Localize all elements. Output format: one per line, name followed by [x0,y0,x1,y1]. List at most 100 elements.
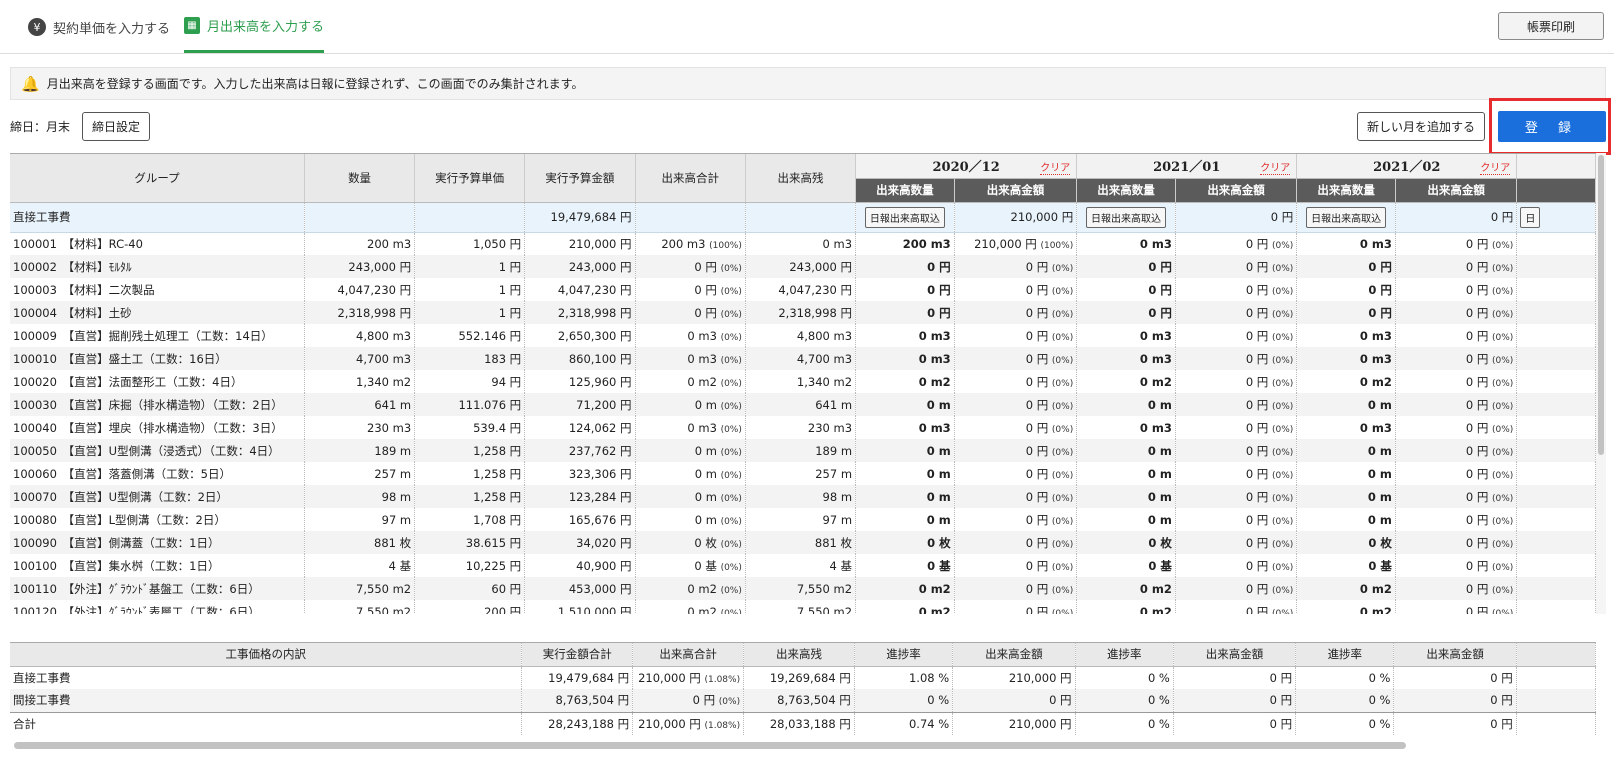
month-qty-input[interactable]: 0 円 [855,301,955,324]
month-qty-input[interactable]: 0 円 [1076,301,1176,324]
done-percent: (0%) [720,424,742,435]
month-qty-input[interactable]: 0 m2 [855,577,955,600]
month-qty-input[interactable]: 0 m3 [1076,324,1176,347]
month-percent: (0%) [1271,240,1294,251]
month-amount-value: 0 円 [1465,397,1489,412]
month-qty-input[interactable]: 0 m [1076,439,1176,462]
month-qty-input[interactable]: 0 m [855,462,955,485]
month-qty-input[interactable]: 0 m2 [855,370,955,393]
closing-day-label: 締日：月末 [10,120,71,134]
month-qty-input[interactable]: 0 m [1296,508,1396,531]
month-percent: (0%) [1051,263,1074,274]
month-qty-input[interactable]: 0 m2 [855,600,955,614]
month-percent: (0%) [1492,562,1514,573]
month-qty-input[interactable]: 0 m3 [1296,416,1396,439]
month-qty-input[interactable]: 0 m3 [1076,232,1176,255]
month-qty-input[interactable]: 0 円 [1076,255,1176,278]
month-percent: (0%) [1492,608,1514,615]
month-qty-input[interactable]: 0 基 [1076,554,1176,577]
item-qty: 4,047,230 円 [304,278,416,301]
month-qty-input[interactable]: 0 m [1296,462,1396,485]
month-qty-input[interactable]: 0 m3 [855,347,955,370]
month-qty-input[interactable]: 0 基 [1296,554,1396,577]
month-qty-input[interactable]: 0 m2 [1296,370,1396,393]
month-qty-input[interactable]: 0 円 [1296,301,1396,324]
month-percent: (0%) [1271,378,1294,389]
group-label: 直接工事費 [10,202,305,233]
month-qty-input[interactable]: 0 円 [855,255,955,278]
clear-link[interactable]: クリア [1040,159,1071,175]
month-qty-input[interactable]: 0 m2 [1076,370,1176,393]
tab-label: 月出来高を入力する [207,19,325,35]
summary-progress-rate: 0 % [1295,689,1395,712]
month-qty-input[interactable]: 0 m [855,485,955,508]
month-amount: 0 円 (0%) [954,347,1078,370]
month-qty-input[interactable]: 0 m [1076,485,1176,508]
month-qty-input[interactable]: 0 m [1076,462,1176,485]
summary-header-amount: 出来高金額 [1393,643,1517,667]
month-qty-input[interactable]: 0 m [1296,485,1396,508]
month-qty-input[interactable]: 0 m [855,508,955,531]
month-percent: (0%) [1271,447,1294,458]
done-value: 0 m [694,466,717,481]
month-qty-input[interactable]: 0 枚 [1296,531,1396,554]
month-qty-input[interactable]: 0 m [1296,393,1396,416]
import-daily-progress-button[interactable]: 日報出来高取込 [1086,206,1167,228]
item-name: 100020 【直営】法面整形工（工数：4日） [10,370,305,393]
table-row: 100030 【直営】床掘（排水構造物）（工数：2日） 641 m 111.076 … [10,393,1596,416]
clear-link[interactable]: クリア [1260,159,1291,175]
month-qty-input[interactable]: 0 m2 [1296,577,1396,600]
progress-grid[interactable]: グループ 数量 実行予算単価 実行予算金額 出来高合計 出来高残 2020／12… [10,153,1596,614]
month-qty-input[interactable]: 0 m3 [1076,416,1176,439]
import-daily-progress-button[interactable]: 日報出来高取込 [864,206,945,228]
add-month-button[interactable]: 新しい月を追加する [1357,112,1485,141]
scrollbar-thumb[interactable] [1598,155,1604,455]
month-amount: 0 円 (0%) [1395,347,1518,370]
print-report-button[interactable]: 帳票印刷 [1498,12,1604,40]
import-daily-progress-button-partial[interactable]: 日 [1520,206,1541,228]
month-qty-input[interactable]: 0 m2 [1296,600,1396,614]
month-qty-input[interactable]: 0 m3 [1296,347,1396,370]
horizontal-scrollbar[interactable] [10,741,1596,750]
month-qty-input[interactable]: 0 m3 [1296,232,1396,255]
month-amount-value: 0 円 [1025,420,1049,435]
tab-contract-price[interactable]: ¥ 契約単価を入力する [28,0,170,54]
month-percent: (0%) [1271,263,1294,274]
clear-link[interactable]: クリア [1480,159,1511,175]
month-qty-input[interactable]: 0 m3 [1076,347,1176,370]
month-qty-input[interactable]: 200 m3 [855,232,955,255]
closing-day-settings-button[interactable]: 締日設定 [82,112,150,141]
month-qty-input[interactable]: 0 m [1076,508,1176,531]
item-name: 100002 【材料】ﾓﾙﾀﾙ [10,255,305,278]
summary-label: 間接工事費 [10,689,523,712]
month-qty-input[interactable]: 0 枚 [1076,531,1176,554]
item-amount: 2,318,998 円 [524,301,636,324]
month-qty-input[interactable]: 0 円 [1296,255,1396,278]
vertical-scrollbar[interactable] [1596,153,1606,614]
month-qty-input[interactable]: 0 m [855,439,955,462]
month-qty-input[interactable]: 0 m3 [855,324,955,347]
month-qty-input[interactable]: 0 m2 [1076,577,1176,600]
item-name: 100003 【材料】二次製品 [10,278,305,301]
month-qty-input[interactable]: 0 枚 [855,531,955,554]
month-qty-input[interactable]: 0 円 [855,278,955,301]
header-remain: 出来高残 [745,154,857,203]
item-remain: 7,550 m2 [745,600,857,614]
month-amount: 0 円 (0%) [1395,554,1518,577]
month-qty-input[interactable]: 0 m3 [855,416,955,439]
month-qty-input[interactable]: 0 m [855,393,955,416]
month-qty-input[interactable]: 0 m3 [1296,324,1396,347]
scrollbar-thumb[interactable] [14,742,1406,749]
month-amount-value: 0 円 [1245,397,1269,412]
month-qty-input[interactable]: 0 m [1076,393,1176,416]
item-remain: 243,000 円 [745,255,857,278]
tab-monthly-progress[interactable]: ▦ 月出来高を入力する [184,0,325,53]
month-amount: 0 円 (0%) [1395,232,1518,255]
summary-exec: 19,479,684 円 [521,666,634,689]
month-qty-input[interactable]: 0 基 [855,554,955,577]
month-qty-input[interactable]: 0 m2 [1076,600,1176,614]
month-qty-input[interactable]: 0 円 [1076,278,1176,301]
import-daily-progress-button[interactable]: 日報出来高取込 [1306,206,1387,228]
month-qty-input[interactable]: 0 円 [1296,278,1396,301]
month-qty-input[interactable]: 0 m [1296,439,1396,462]
